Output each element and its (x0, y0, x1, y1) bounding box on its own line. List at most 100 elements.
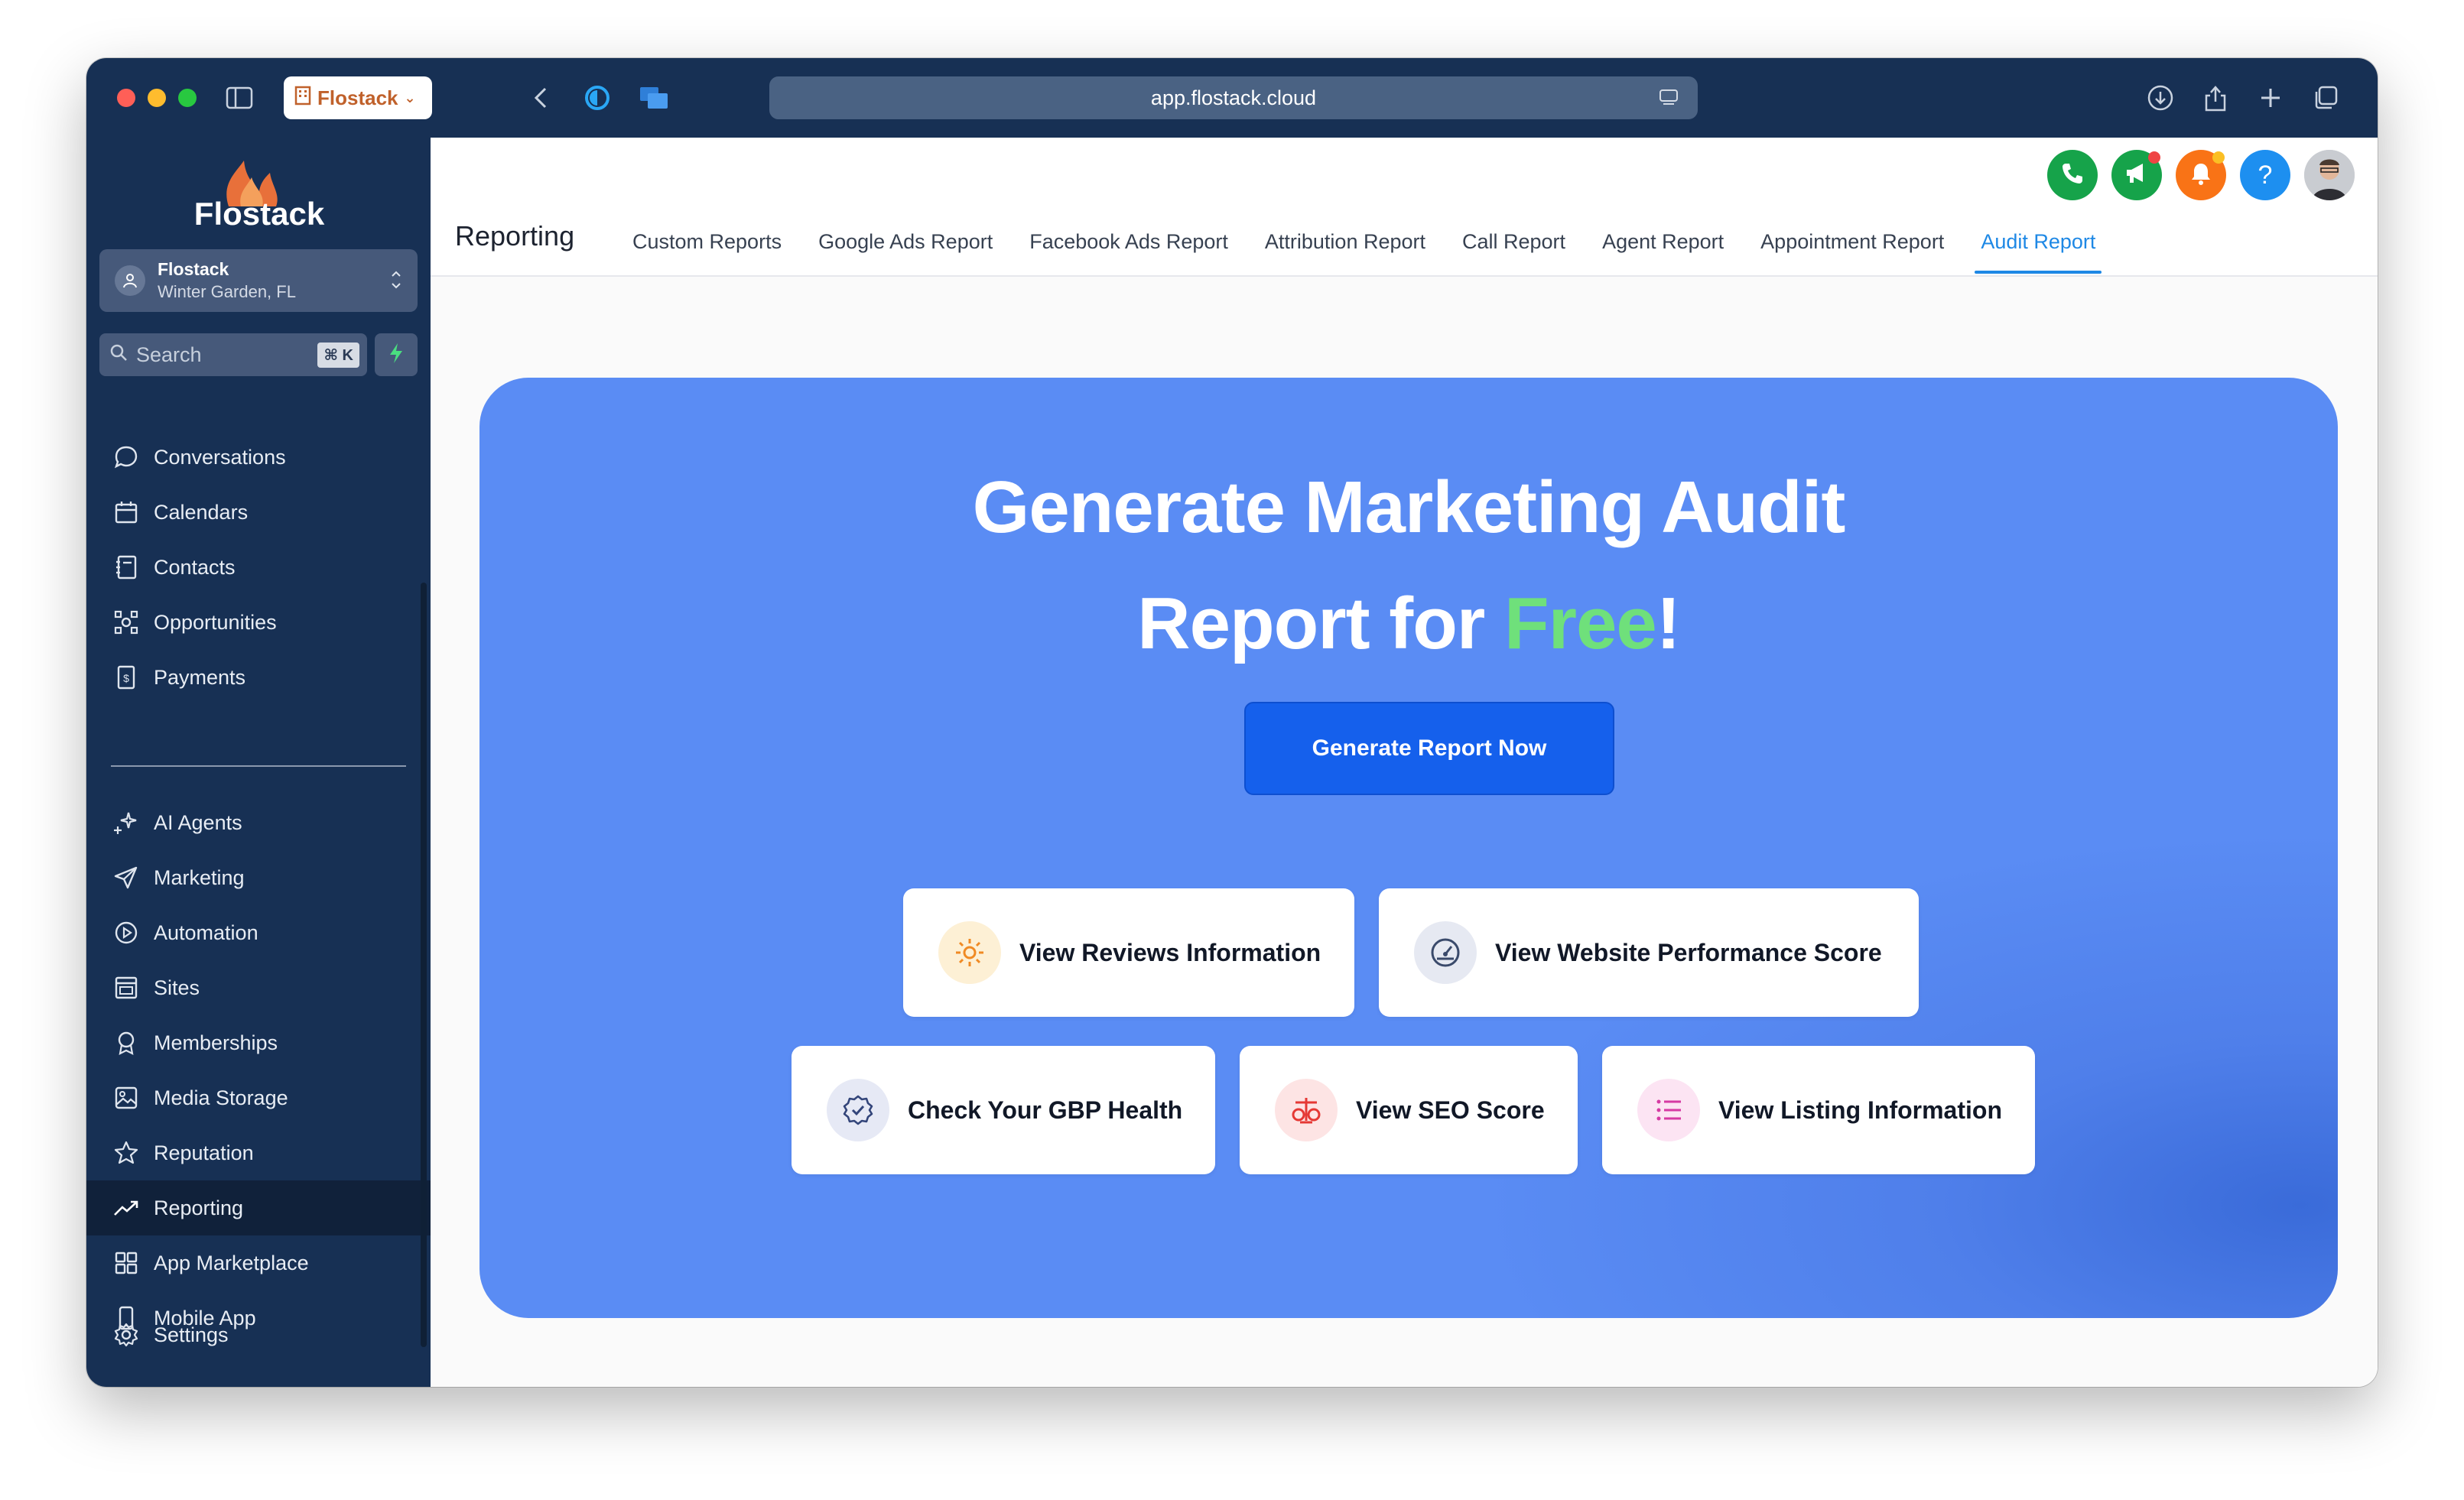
building-icon (294, 86, 311, 111)
page-title: Reporting (455, 220, 575, 252)
megaphone-icon (2123, 161, 2150, 190)
sidebar-item-label: Memberships (154, 1031, 278, 1054)
sidebar-item-label: Reputation (154, 1141, 254, 1164)
hero-title-prefix: Report for (1137, 583, 1504, 664)
logo-text: Flostack (193, 196, 325, 232)
gauge-icon (1414, 921, 1477, 984)
account-name: Flostack (158, 259, 229, 279)
payments-icon: $ (109, 661, 143, 694)
zoom-window-button[interactable] (178, 89, 197, 107)
notifications-button[interactable] (2176, 150, 2226, 200)
calendar-icon (109, 495, 143, 529)
sidebar-item-label: App Marketplace (154, 1251, 309, 1274)
sidebar-footer: Settings (86, 1307, 431, 1362)
search-input[interactable]: Search ⌘ K (99, 333, 367, 376)
view-website-performance-card[interactable]: View Website Performance Score (1379, 888, 1919, 1017)
account-avatar-icon (115, 265, 145, 296)
sidebar-toggle-icon[interactable] (223, 81, 256, 115)
sidebar-item-ai-agents[interactable]: AI Agents (86, 795, 431, 850)
feature-label: Check Your GBP Health (908, 1096, 1183, 1124)
sidebar-item-conversations[interactable]: Conversations (86, 430, 431, 485)
view-seo-score-card[interactable]: View SEO Score (1240, 1046, 1578, 1174)
image-icon (109, 1081, 143, 1115)
sidebar-item-label: Opportunities (154, 610, 277, 634)
gear-icon (109, 1318, 143, 1352)
view-reviews-card[interactable]: View Reviews Information (903, 888, 1354, 1017)
sidebar-item-sites[interactable]: Sites (86, 960, 431, 1015)
back-arrow-icon[interactable] (524, 81, 557, 115)
notification-dot (2212, 151, 2225, 164)
tab-call-report[interactable]: Call Report (1444, 206, 1584, 277)
feature-label: View Website Performance Score (1495, 938, 1882, 966)
report-tabs: Custom Reports Google Ads Report Faceboo… (614, 206, 2114, 277)
check-gbp-health-card[interactable]: Check Your GBP Health (792, 1046, 1215, 1174)
sidebar-item-label: Marketing (154, 865, 245, 889)
sidebar-item-contacts[interactable]: Contacts (86, 540, 431, 595)
sidebar-item-payments[interactable]: $ Payments (86, 650, 431, 705)
extension-icon[interactable] (580, 81, 614, 115)
sidebar-item-memberships[interactable]: Memberships (86, 1015, 431, 1070)
sidebar-item-label: Payments (154, 665, 246, 689)
screen-share-icon[interactable] (637, 81, 671, 115)
sidebar-item-media-storage[interactable]: Media Storage (86, 1070, 431, 1125)
tab-group-button[interactable]: Flostack ⌄ (284, 76, 432, 119)
tab-overview-icon[interactable] (2309, 81, 2342, 115)
paper-plane-icon (109, 861, 143, 894)
hero-title-line1: Generate Marketing Audit (972, 466, 1846, 548)
sidebar-item-calendars[interactable]: Calendars (86, 485, 431, 540)
url-text: app.flostack.cloud (1150, 86, 1317, 109)
tab-group-label: Flostack (317, 86, 398, 109)
sidebar-item-opportunities[interactable]: Opportunities (86, 595, 431, 650)
search-placeholder: Search (136, 343, 202, 366)
download-icon[interactable] (2144, 81, 2177, 115)
reader-mode-icon[interactable] (1658, 87, 1679, 114)
sidebar-item-app-marketplace[interactable]: App Marketplace (86, 1235, 431, 1291)
play-circle-icon (109, 916, 143, 950)
generate-report-button[interactable]: Generate Report Now (1244, 702, 1614, 795)
tab-agent-report[interactable]: Agent Report (1584, 206, 1742, 277)
flostack-logo[interactable]: Flostack (175, 161, 343, 237)
new-tab-icon[interactable] (2254, 81, 2287, 115)
header-actions: ? (2047, 150, 2355, 200)
sidebar-item-label: AI Agents (154, 810, 242, 834)
sites-icon (109, 971, 143, 1005)
tab-custom-reports[interactable]: Custom Reports (614, 206, 800, 277)
avatar[interactable] (2304, 150, 2355, 200)
announcements-button[interactable] (2111, 150, 2162, 200)
sidebar-item-label: Media Storage (154, 1086, 288, 1109)
sidebar: Flostack Flostack Winter Garden, FL Sear… (86, 138, 431, 1387)
account-location: Winter Garden, FL (158, 282, 296, 301)
top-header: ? Reporting Custom Reports Google Ads Re… (431, 138, 2378, 277)
browser-toolbar: Flostack ⌄ app.flostack.cloud (86, 58, 2378, 138)
tab-audit-report[interactable]: Audit Report (1962, 206, 2114, 277)
tab-google-ads-report[interactable]: Google Ads Report (800, 206, 1011, 277)
sidebar-scrollbar[interactable] (421, 583, 427, 1347)
account-switcher[interactable]: Flostack Winter Garden, FL (99, 249, 418, 312)
sidebar-item-reporting[interactable]: Reporting (86, 1180, 431, 1235)
hero-title-suffix: ! (1656, 583, 1681, 664)
address-bar[interactable]: app.flostack.cloud (769, 76, 1698, 119)
feature-label: View Reviews Information (1019, 938, 1321, 966)
view-listing-information-card[interactable]: View Listing Information (1602, 1046, 2035, 1174)
quick-action-button[interactable] (375, 333, 418, 376)
hero-title: Generate Marketing Audit Report for Free… (479, 450, 2338, 682)
tab-appointment-report[interactable]: Appointment Report (1742, 206, 1962, 277)
feature-label: View Listing Information (1718, 1096, 2002, 1124)
sidebar-item-automation[interactable]: Automation (86, 905, 431, 960)
tab-attribution-report[interactable]: Attribution Report (1247, 206, 1444, 277)
sidebar-item-reputation[interactable]: Reputation (86, 1125, 431, 1180)
phone-button[interactable] (2047, 150, 2098, 200)
share-icon[interactable] (2199, 81, 2232, 115)
search-icon (109, 343, 128, 368)
minimize-window-button[interactable] (148, 89, 166, 107)
main-content: ? Reporting Custom Reports Google Ads Re… (431, 138, 2378, 1387)
tab-facebook-ads-report[interactable]: Facebook Ads Report (1011, 206, 1247, 277)
chat-bubble-icon (109, 440, 143, 474)
sidebar-divider (111, 765, 406, 767)
sidebar-nav-bottom: AI Agents Marketing Automation Sites Mem… (86, 795, 431, 1346)
sidebar-item-marketing[interactable]: Marketing (86, 850, 431, 905)
sidebar-item-settings[interactable]: Settings (86, 1307, 431, 1362)
close-window-button[interactable] (117, 89, 135, 107)
help-button[interactable]: ? (2240, 150, 2290, 200)
sun-icon (938, 921, 1001, 984)
